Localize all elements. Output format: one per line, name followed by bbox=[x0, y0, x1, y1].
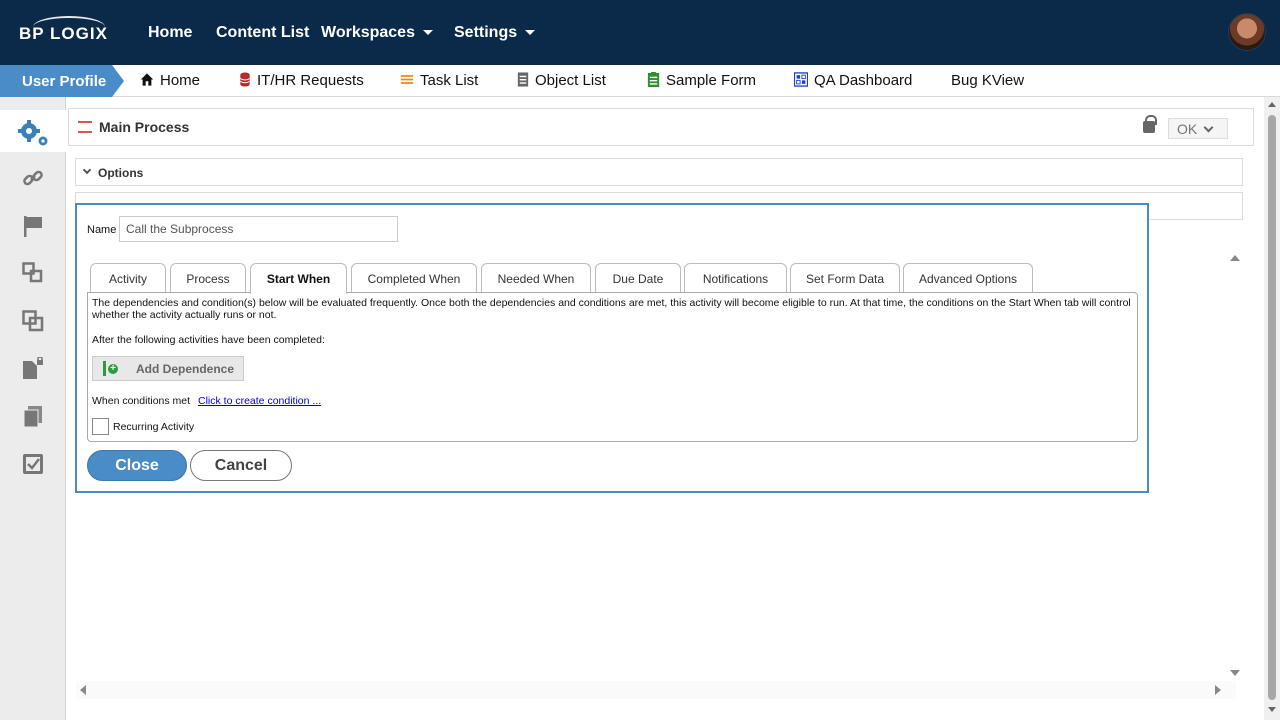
subprocess-icon[interactable] bbox=[22, 262, 44, 284]
document-icon bbox=[517, 72, 529, 87]
top-header: BP LOGIX Home Content List Workspaces Se… bbox=[0, 0, 1280, 65]
lock-icon[interactable] bbox=[1143, 115, 1157, 133]
subnav-qa-dashboard-label: QA Dashboard bbox=[814, 72, 913, 89]
scroll-up-icon[interactable] bbox=[1268, 102, 1276, 107]
form-icon bbox=[647, 72, 660, 87]
scrollbar-thumb[interactable] bbox=[1268, 115, 1276, 700]
subnav-task-list[interactable]: Task List bbox=[400, 72, 478, 89]
dashboard-icon bbox=[794, 72, 808, 87]
scroll-down-icon[interactable] bbox=[1268, 707, 1276, 712]
flag-icon[interactable] bbox=[22, 215, 44, 237]
avatar[interactable] bbox=[1228, 13, 1266, 51]
name-label: Name bbox=[87, 224, 117, 236]
database-icon bbox=[240, 72, 250, 87]
horizontal-scrollbar[interactable] bbox=[76, 681, 1236, 699]
options-label: Options bbox=[98, 166, 144, 180]
scroll-down-icon[interactable] bbox=[1230, 670, 1240, 676]
scroll-up-icon[interactable] bbox=[1230, 255, 1240, 261]
tab-notifications[interactable]: Notifications bbox=[684, 263, 787, 293]
link-icon[interactable] bbox=[22, 167, 44, 189]
gears-icon[interactable] bbox=[16, 119, 50, 147]
secondary-nav: User Profile Home IT/HR Requests Task Li… bbox=[0, 65, 1280, 97]
recurring-activity-checkbox[interactable] bbox=[92, 418, 109, 435]
scroll-right-icon[interactable] bbox=[1215, 685, 1221, 695]
tab-due-date[interactable]: Due Date bbox=[595, 263, 681, 293]
panel-header: Main Process OK bbox=[68, 108, 1254, 146]
chevron-down-icon bbox=[525, 30, 536, 36]
process-icon bbox=[78, 121, 92, 133]
checkbox-icon[interactable] bbox=[22, 453, 44, 475]
when-conditions-label: When conditions met bbox=[92, 395, 191, 407]
subnav-home-label: Home bbox=[160, 72, 201, 89]
options-section[interactable]: Options bbox=[75, 158, 1243, 186]
tab-process[interactable]: Process bbox=[170, 263, 246, 293]
copy-icon[interactable] bbox=[22, 310, 44, 332]
tab-needed-when[interactable]: Needed When bbox=[481, 263, 591, 293]
tab-content: The dependencies and condition(s) below … bbox=[87, 292, 1138, 442]
recurring-activity-label: Recurring Activity bbox=[113, 421, 195, 433]
subnav-sample-form-label: Sample Form bbox=[666, 72, 757, 89]
create-condition-link[interactable]: Click to create condition ... bbox=[198, 395, 321, 407]
subnav-qa-dashboard[interactable]: QA Dashboard bbox=[794, 72, 912, 89]
after-activities-label: After the following activities have been… bbox=[92, 334, 325, 346]
chevron-down-icon bbox=[422, 30, 433, 36]
ok-button-label: OK bbox=[1177, 121, 1198, 137]
user-profile-tab[interactable]: User Profile bbox=[0, 65, 124, 97]
nav-workspaces-label: Workspaces bbox=[321, 24, 415, 41]
chevron-down-icon bbox=[1203, 122, 1214, 133]
subnav-object-list[interactable]: Object List bbox=[517, 72, 606, 89]
nav-settings-label: Settings bbox=[454, 24, 518, 41]
scroll-left-icon[interactable] bbox=[80, 685, 86, 695]
add-dependence-icon bbox=[103, 361, 118, 376]
cancel-button[interactable]: Cancel bbox=[190, 450, 292, 481]
subnav-home[interactable]: Home bbox=[140, 72, 200, 89]
left-sidebar bbox=[0, 97, 66, 720]
locked-document-icon[interactable] bbox=[22, 357, 44, 379]
tab-start-when[interactable]: Start When bbox=[250, 263, 347, 294]
documents-icon[interactable] bbox=[22, 405, 44, 427]
tab-advanced-options[interactable]: Advanced Options bbox=[903, 263, 1033, 293]
house-icon bbox=[140, 73, 154, 86]
page-scrollbar[interactable] bbox=[1264, 97, 1280, 720]
tab-set-form-data[interactable]: Set Form Data bbox=[790, 263, 900, 293]
name-input[interactable] bbox=[119, 216, 398, 242]
subnav-sample-form[interactable]: Sample Form bbox=[647, 72, 756, 89]
subnav-it-hr-label: IT/HR Requests bbox=[257, 72, 364, 89]
add-dependence-label: Add Dependence bbox=[136, 362, 235, 376]
ok-button[interactable]: OK bbox=[1168, 118, 1228, 139]
close-button[interactable]: Close bbox=[87, 450, 187, 481]
panel-title: Main Process bbox=[99, 119, 190, 135]
add-dependence-button[interactable]: Add Dependence bbox=[92, 356, 244, 381]
nav-workspaces[interactable]: Workspaces bbox=[321, 24, 433, 42]
subnav-it-hr-requests[interactable]: IT/HR Requests bbox=[239, 72, 364, 89]
tab-activity[interactable]: Activity bbox=[90, 263, 166, 293]
subnav-object-list-label: Object List bbox=[535, 72, 606, 89]
list-icon bbox=[400, 75, 414, 84]
start-when-description: The dependencies and condition(s) below … bbox=[92, 297, 1131, 321]
nav-home[interactable]: Home bbox=[148, 24, 192, 42]
subnav-bug-kview[interactable]: Bug KView bbox=[951, 72, 1024, 89]
nav-content-list[interactable]: Content List bbox=[216, 24, 309, 42]
tab-completed-when[interactable]: Completed When bbox=[351, 263, 477, 293]
bplogix-logo[interactable]: BP LOGIX bbox=[19, 16, 108, 44]
chevron-down-icon bbox=[82, 165, 92, 175]
activity-dialog: Name Activity Process Start When Complet… bbox=[75, 203, 1149, 493]
subnav-task-list-label: Task List bbox=[420, 72, 479, 89]
nav-settings[interactable]: Settings bbox=[454, 24, 536, 42]
